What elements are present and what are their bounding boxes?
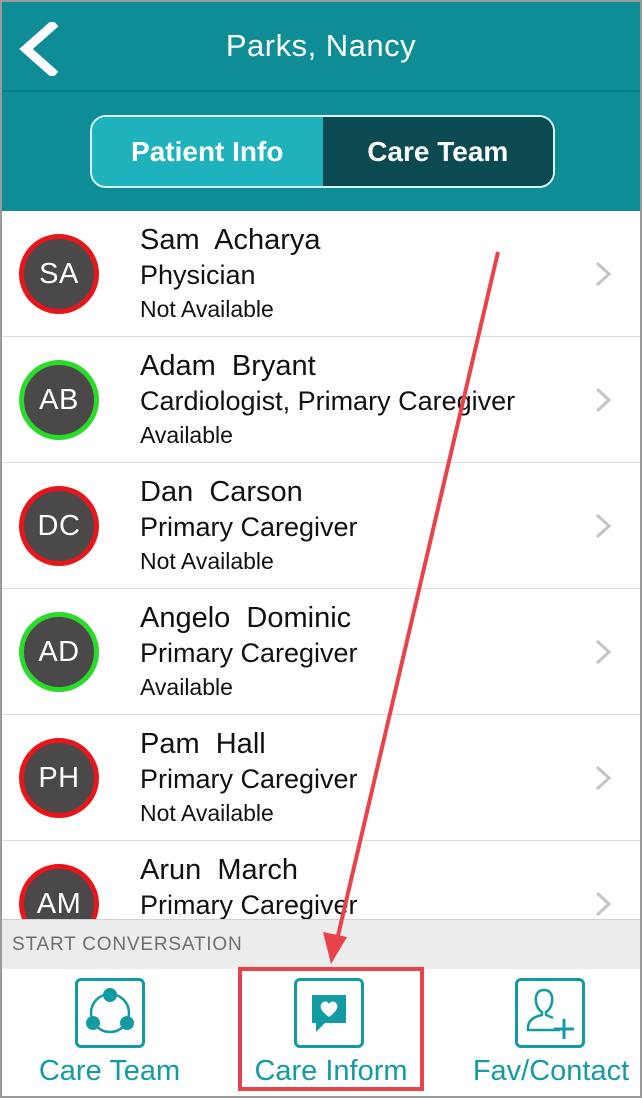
member-name: Arun March — [140, 854, 298, 886]
toolbar-label: Care Team — [38, 1055, 181, 1087]
section-label: START CONVERSATION — [12, 934, 243, 955]
care-team-list: SA Sam Acharya Physician Not Available A… — [2, 211, 640, 919]
member-role: Cardiologist, Primary Caregiver — [140, 386, 516, 416]
member-name: Dan Carson — [140, 476, 303, 508]
avatar: AM — [19, 864, 99, 919]
start-conversation-header: START CONVERSATION — [2, 919, 640, 969]
member-role: Primary Caregiver — [140, 764, 358, 794]
chevron-right-icon — [595, 891, 612, 917]
list-item[interactable]: DC Dan Carson Primary Caregiver Not Avai… — [2, 463, 640, 589]
avatar: AB — [19, 360, 99, 440]
list-item[interactable]: AD Angelo Dominic Primary Caregiver Avai… — [2, 589, 640, 715]
member-name: Adam Bryant — [140, 350, 316, 382]
navigation-bar: Parks, Nancy — [2, 2, 640, 92]
member-status: Not Available — [140, 296, 274, 322]
chevron-right-icon — [595, 261, 612, 287]
member-role: Physician — [140, 260, 256, 290]
tab-care-team[interactable]: Care Team — [322, 117, 553, 186]
heart-message-icon — [294, 978, 364, 1048]
avatar: SA — [19, 234, 99, 314]
segmented-control: Patient Info Care Team — [90, 115, 555, 188]
app-screen: Parks, Nancy Patient Info Care Team SA S… — [0, 0, 642, 1098]
chevron-right-icon — [595, 513, 612, 539]
list-item[interactable]: PH Pam Hall Primary Caregiver Not Availa… — [2, 715, 640, 841]
avatar: PH — [19, 738, 99, 818]
member-status: Not Available — [140, 548, 274, 574]
list-item[interactable]: SA Sam Acharya Physician Not Available — [2, 211, 640, 337]
toolbar-label: Care Inform — [254, 1055, 408, 1087]
member-name: Sam Acharya — [140, 224, 321, 256]
member-role: Primary Caregiver — [140, 638, 358, 668]
care-inform-button[interactable]: Care Inform — [238, 969, 424, 1096]
list-item[interactable]: AB Adam Bryant Cardiologist, Primary Car… — [2, 337, 640, 463]
add-contact-icon — [515, 978, 585, 1048]
care-team-button[interactable]: Care Team — [22, 969, 197, 1096]
chevron-right-icon — [595, 639, 612, 665]
fav-contact-button[interactable]: Fav/Contact — [462, 969, 640, 1096]
header: Parks, Nancy Patient Info Care Team — [2, 2, 640, 211]
toolbar-label: Fav/Contact — [472, 1055, 630, 1087]
avatar: DC — [19, 486, 99, 566]
member-role: Primary Caregiver — [140, 512, 358, 542]
tab-patient-info[interactable]: Patient Info — [92, 117, 323, 186]
care-team-network-icon — [75, 978, 145, 1048]
member-role: Primary Caregiver — [140, 890, 358, 919]
header-divider — [2, 90, 640, 92]
member-status: Available — [140, 422, 233, 448]
member-name: Pam Hall — [140, 728, 266, 760]
bottom-toolbar: Care Team Care Inform Fav/Contact — [2, 969, 640, 1096]
member-status: Not Available — [140, 800, 274, 826]
list-item[interactable]: AM Arun March Primary Caregiver — [2, 841, 640, 919]
member-status: Available — [140, 674, 233, 700]
member-name: Angelo Dominic — [140, 602, 352, 634]
chevron-right-icon — [595, 387, 612, 413]
avatar: AD — [19, 612, 99, 692]
page-title: Parks, Nancy — [225, 28, 417, 63]
chevron-right-icon — [595, 765, 612, 791]
